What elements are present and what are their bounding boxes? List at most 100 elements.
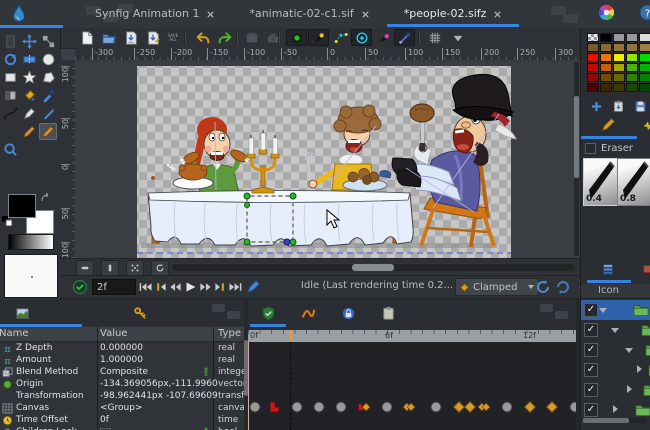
canvas-horizontal-scrollbar[interactable]: [172, 264, 574, 271]
layer-visibility-checkbox[interactable]: ✓: [584, 383, 598, 397]
palette-swatch[interactable]: [626, 43, 638, 52]
palette-swatch[interactable]: [613, 33, 625, 42]
palette-swatch[interactable]: [587, 63, 599, 72]
layers-tab[interactable]: [597, 260, 619, 278]
chevron-down-icon[interactable]: [599, 308, 607, 317]
param-row[interactable]: πAmount1.000000real: [0, 354, 244, 366]
canvas-vertical-scrollbar[interactable]: [574, 62, 579, 256]
layer-row[interactable]: ✓: [581, 360, 650, 380]
document-tab-3[interactable]: *people-02.sifz: [387, 0, 520, 27]
toolbar-caret-button[interactable]: [449, 29, 467, 46]
tool-pen-button[interactable]: [39, 105, 57, 122]
waypoint-g[interactable]: [312, 400, 326, 414]
palette-paste-button[interactable]: [609, 98, 627, 114]
chevron-right-icon[interactable]: [627, 385, 636, 393]
palette-swatch[interactable]: [600, 33, 612, 42]
seek-begin-button[interactable]: [138, 281, 153, 293]
palette-swatch[interactable]: [626, 63, 638, 72]
tool-doc-button[interactable]: [1, 33, 19, 50]
layer-row[interactable]: ✓: [581, 320, 650, 340]
tool-draw-button[interactable]: [20, 105, 38, 122]
waypoint-dd[interactable]: [402, 400, 422, 414]
document-tab-2[interactable]: *animatic-02-c1.sif: [232, 0, 386, 27]
render-options-button[interactable]: [264, 29, 282, 46]
keyframes-tab[interactable]: [128, 303, 152, 323]
palette-swatch[interactable]: [613, 73, 625, 82]
toggle-past-onion-button[interactable]: [76, 260, 94, 276]
animate-mode-icon[interactable]: [72, 279, 88, 295]
palette-add-button[interactable]: [587, 98, 605, 114]
tool-fill-button[interactable]: [20, 87, 38, 104]
brush-tab[interactable]: [597, 116, 619, 134]
palette-swatch[interactable]: [639, 83, 650, 92]
tool-mirror-button[interactable]: [20, 51, 38, 68]
palette-swatch[interactable]: [639, 53, 650, 62]
tool-circle-button[interactable]: [39, 51, 57, 68]
tool-rotate-button[interactable]: [1, 51, 19, 68]
tool-zoom-button[interactable]: [1, 141, 19, 158]
waypoint-d[interactable]: [463, 400, 477, 414]
save-as-button[interactable]: [144, 29, 162, 46]
chevron-right-icon[interactable]: [637, 365, 646, 373]
waypoint-g[interactable]: [429, 400, 443, 414]
grid-toggle-button[interactable]: [426, 29, 444, 46]
scrollbar-handle[interactable]: [352, 264, 394, 271]
animate-pen-icon[interactable]: [245, 279, 261, 295]
layer-row[interactable]: ✓: [581, 300, 650, 320]
brush-item[interactable]: 0.8: [617, 158, 650, 206]
chevron-down-icon[interactable]: [625, 348, 633, 357]
toggle-lowres-button[interactable]: [126, 260, 144, 276]
horizontal-ruler[interactable]: -300-250-200-150-100-5005010015020025030…: [75, 48, 580, 60]
params-tab[interactable]: [10, 303, 34, 323]
color-wheel-icon[interactable]: [598, 4, 615, 21]
palette-swatch[interactable]: [626, 53, 638, 62]
tool-rect-button[interactable]: [1, 69, 19, 86]
palette-swatch[interactable]: [639, 33, 650, 42]
layer-row[interactable]: ✓: [581, 340, 650, 360]
eraser-checkbox[interactable]: [585, 143, 596, 154]
palette-swatch[interactable]: [600, 73, 612, 82]
palette-swatch[interactable]: [613, 83, 625, 92]
refresh-a-icon[interactable]: [535, 279, 551, 295]
shield-tab[interactable]: [256, 303, 280, 323]
seek-next-frame-button[interactable]: [198, 281, 213, 293]
tool-blank-button[interactable]: [1, 123, 19, 140]
palette-swatch[interactable]: [587, 83, 599, 92]
undo-button[interactable]: [194, 29, 212, 46]
tool-spline-button[interactable]: [1, 105, 19, 122]
param-row[interactable]: Origin-134.369056px,-111.9960vector: [0, 378, 244, 390]
layer-visibility-checkbox[interactable]: ✓: [584, 323, 598, 337]
seek-end-button[interactable]: [228, 281, 243, 293]
tool-pencil-button[interactable]: [39, 123, 57, 140]
toggle-future-onion-button[interactable]: [101, 260, 119, 276]
refresh-b-icon[interactable]: [555, 279, 571, 295]
param-row[interactable]: Time Offset0ftime: [0, 414, 244, 426]
palette-swatch[interactable]: [626, 33, 638, 42]
new-doc-button[interactable]: [78, 29, 96, 46]
waypoint-g[interactable]: [568, 400, 576, 414]
palette-swatch[interactable]: [587, 73, 599, 82]
param-row[interactable]: Transformation-98.962441px -107.69609tra…: [0, 390, 244, 402]
waypoint-d[interactable]: [523, 400, 537, 414]
waypoint-g[interactable]: [334, 400, 348, 414]
waypoint-g[interactable]: [290, 400, 304, 414]
layer-row[interactable]: ✓: [581, 400, 650, 420]
play-button[interactable]: [183, 281, 198, 293]
canvas-viewport[interactable]: [75, 60, 580, 258]
save-doc-button[interactable]: [122, 29, 140, 46]
toggle-keyframe-button[interactable]: [286, 29, 307, 46]
toggle-bone-button[interactable]: [394, 29, 415, 46]
tool-scale-button[interactable]: [39, 33, 57, 50]
foreground-color-swatch[interactable]: [8, 194, 36, 218]
palette-swatch[interactable]: [613, 63, 625, 72]
redo-button[interactable]: [216, 29, 234, 46]
waypoint-g[interactable]: [500, 400, 514, 414]
waypoint-d[interactable]: [545, 400, 559, 414]
vertical-ruler[interactable]: 10050050100: [60, 60, 75, 258]
toggle-snap-button[interactable]: [308, 29, 329, 46]
scrollbar-handle[interactable]: [583, 418, 629, 423]
gradient-swatch[interactable]: [8, 234, 54, 250]
palette-swatch[interactable]: [613, 43, 625, 52]
palette-swatch[interactable]: [639, 73, 650, 82]
palette-swatch[interactable]: [600, 43, 612, 52]
